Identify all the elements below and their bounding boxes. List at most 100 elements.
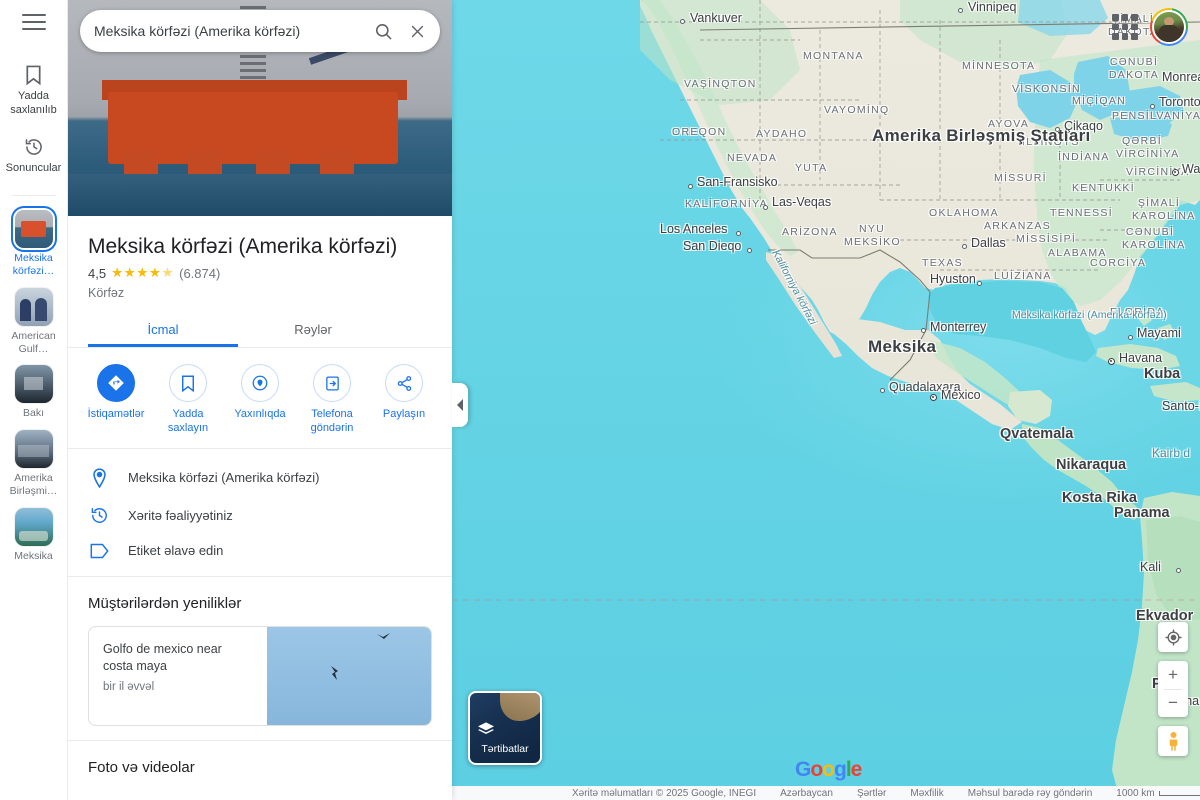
layers-label: Tərtibatlar [481, 743, 529, 755]
section-heading: Müştərilərdən yeniliklər [88, 594, 242, 612]
sidebar-item-saved[interactable]: Yadda saxlanılıb [0, 56, 68, 128]
google-logo: Google [795, 758, 863, 782]
menu-icon[interactable] [21, 14, 46, 30]
updates-section: Müştərilərdən yeniliklər Golfo de mexico… [68, 577, 452, 741]
action-label: İstiqamətlər [87, 408, 145, 421]
review-count[interactable]: (6.874) [179, 266, 220, 281]
recent-place-american-gulf[interactable]: American Gulf… [0, 282, 68, 360]
history-icon [88, 506, 110, 525]
recent-place-meksika[interactable]: Meksika [0, 502, 68, 567]
footer-link-region[interactable]: Azərbaycan [780, 788, 833, 799]
collapse-panel-arrow[interactable] [452, 383, 468, 427]
recent-place-thumbnail [14, 430, 53, 469]
update-card[interactable]: Golfo de mexico near costa maya bir il ə… [88, 625, 432, 726]
zoom-in-button[interactable]: + [1158, 661, 1188, 689]
update-card-title: Golfo de mexico near costa maya [103, 641, 222, 673]
footer-link-terms[interactable]: Şərtlər [857, 788, 886, 799]
star-half: ★ [161, 265, 175, 281]
divider [11, 195, 56, 197]
bookmark-icon [2, 64, 66, 86]
logo-letter: g [834, 758, 847, 781]
city-marker [921, 328, 926, 333]
left-rail: Yadda saxlanılıb Sonuncular Meksika körf… [0, 0, 68, 800]
capital-marker [930, 394, 937, 401]
city-marker [962, 244, 967, 249]
location-pin-icon [88, 468, 110, 488]
place-category: Körfəz [88, 286, 125, 301]
pegman-street-view-icon[interactable] [1158, 726, 1188, 756]
zoom-out-button[interactable]: − [1158, 689, 1188, 717]
recent-place-thumbnail [14, 287, 53, 326]
update-card-image [267, 626, 431, 725]
satellite-thumbnail [500, 693, 540, 721]
recent-place-label: Bakı [22, 407, 44, 420]
map-controls: + − [1158, 622, 1188, 756]
info-row-map-activity[interactable]: Xəritə fəaliyyətiniz [68, 497, 452, 534]
panel-content: Meksika körfəzi (Amerika körfəzi) 4,5 ★★… [68, 216, 452, 800]
history-icon [2, 136, 66, 158]
search-input[interactable] [94, 23, 366, 39]
footer-link-privacy[interactable]: Məxfilik [910, 788, 943, 799]
search-icon[interactable] [366, 14, 400, 48]
recent-place-label: Meksika körfəzi… [12, 252, 55, 278]
send-to-phone-button[interactable]: Telefona göndərin [298, 364, 366, 436]
info-list: Meksika körfəzi (Amerika körfəzi) Xəritə… [68, 449, 452, 577]
info-row-label: Xəritə fəaliyyətiniz [128, 507, 233, 523]
info-row-place-name[interactable]: Meksika körfəzi (Amerika körfəzi) [68, 459, 452, 497]
recent-place-amerika-birlesmis[interactable]: Amerika Birləşmi… [0, 424, 68, 502]
avatar[interactable] [1150, 8, 1188, 46]
share-button[interactable]: Paylaşın [370, 364, 438, 436]
save-button[interactable]: Yadda saxlayın [154, 364, 222, 436]
update-card-time: bir il əvvəl [103, 681, 155, 694]
google-maps-app: VAŞİNQTON OREQON AYDAHO MONTANA VAYOMİNQ… [0, 0, 1200, 800]
tab-reyler[interactable]: Rəylər [238, 314, 388, 347]
update-card-text: Golfo de mexico near costa maya bir il ə… [89, 627, 267, 725]
stars-full: ★★★★ [111, 265, 162, 281]
search-bar[interactable] [80, 10, 440, 52]
logo-letter: e [850, 758, 863, 781]
logo-letter: o [822, 758, 835, 781]
tab-icmal[interactable]: İcmal [88, 314, 238, 347]
info-row-add-label[interactable]: Etiket əlavə edin [68, 534, 452, 568]
bookmark-icon [169, 364, 207, 403]
sidebar-item-recents[interactable]: Sonuncular [0, 128, 68, 186]
nearby-button[interactable]: Yaxınlıqda [226, 364, 294, 436]
footer-link-feedback[interactable]: Məhsul barədə rəy göndərin [968, 788, 1093, 799]
layers-icon [478, 722, 494, 736]
scale-bar-line [1158, 790, 1200, 796]
map-attribution: Xəritə məlumatları © 2025 Google, INEGI [572, 787, 757, 799]
bird-icon [331, 665, 338, 680]
map-footer: Xəritə məlumatları © 2025 Google, INEGI … [452, 786, 1200, 800]
sea-water [68, 174, 452, 216]
directions-button[interactable]: İstiqamətlər [82, 364, 150, 436]
divider [1164, 689, 1182, 690]
city-marker [747, 248, 752, 253]
logo-letter: G [795, 758, 811, 781]
place-details-panel: Meksika körfəzi (Amerika körfəzi) 4,5 ★★… [68, 0, 452, 800]
rating-value: 4,5 [88, 265, 107, 281]
sidebar-item-label: Yadda saxlanılıb [10, 90, 57, 116]
scale-bar: 1000 km [1116, 788, 1200, 799]
avatar-image [1152, 10, 1186, 44]
recent-place-baki[interactable]: Bakı [0, 359, 68, 424]
scale-label: 1000 km [1116, 787, 1155, 799]
action-label: Telefona göndərin [310, 408, 354, 434]
info-row-label: Meksika körfəzi (Amerika körfəzi) [128, 470, 320, 486]
recent-place-thumbnail [14, 507, 53, 546]
photos-section: Foto və videolar [68, 741, 452, 800]
city-marker [958, 8, 963, 13]
info-row-label: Etiket əlavə edin [128, 543, 224, 559]
apps-grid-icon[interactable] [1112, 14, 1138, 40]
nearby-search-icon [241, 364, 279, 403]
recent-place-meksika-korfezi[interactable]: Meksika körfəzi… [0, 204, 68, 282]
close-icon[interactable] [400, 14, 434, 48]
sidebar-item-label: Sonuncular [5, 161, 62, 174]
city-marker [736, 231, 741, 236]
bird-icon [377, 632, 390, 639]
section-heading: Foto və videolar [88, 758, 195, 776]
city-marker [763, 205, 768, 210]
city-marker [1150, 104, 1155, 109]
my-location-icon[interactable] [1158, 622, 1188, 652]
label-icon [88, 543, 110, 559]
layers-button[interactable]: Tərtibatlar [468, 691, 542, 765]
